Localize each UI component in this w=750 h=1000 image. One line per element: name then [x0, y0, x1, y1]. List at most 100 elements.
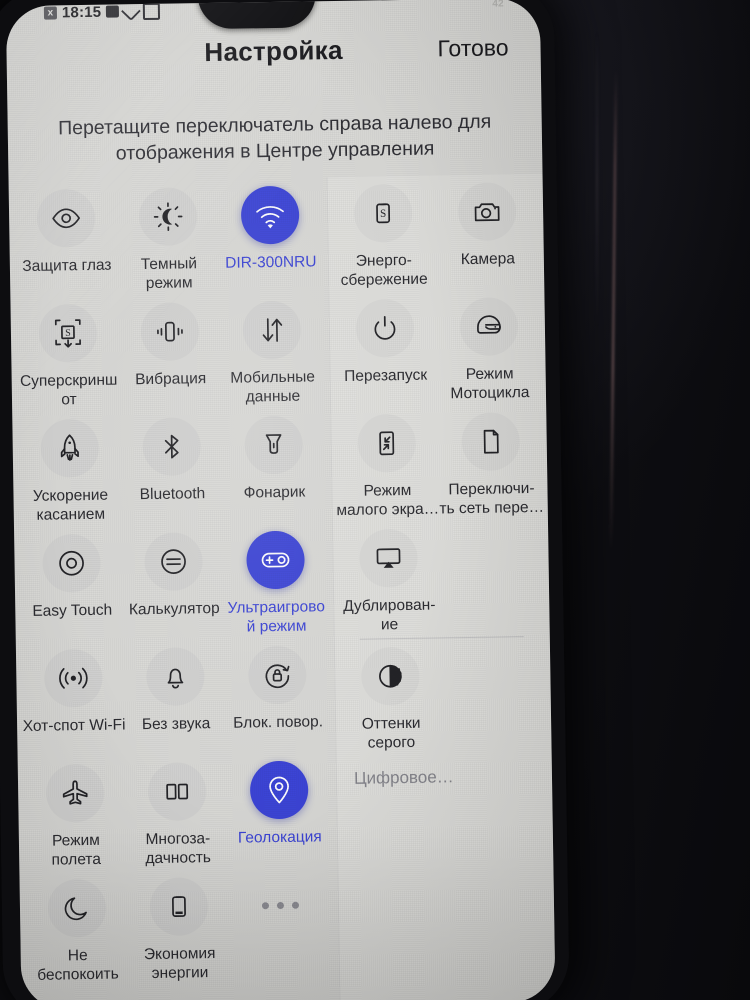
tile-location-pin-icon[interactable]: Геолокация — [228, 752, 332, 869]
battery-icon — [149, 877, 209, 937]
flashlight-icon — [244, 415, 304, 475]
cast-icon — [359, 528, 418, 588]
heart-icon — [121, 1, 142, 22]
phone-edge-reflection-secondary — [596, 30, 598, 330]
header: Настройка Готово — [6, 24, 541, 86]
tile-moon-icon[interactable]: Не беспокоить — [25, 870, 129, 987]
dark-mode-icon — [138, 187, 198, 247]
available-tiles-grid: S Энерго- сбережение Камера Перезапуск Режим… — [327, 174, 550, 637]
tile-power-icon[interactable]: Перезапуск — [332, 290, 438, 407]
tile-label: Защита глаз — [22, 256, 112, 275]
screenshot-stage: x 18:15 42 Настройка Готово Перетащите п… — [0, 0, 750, 1000]
hotspot-icon — [43, 648, 103, 708]
tile-label: Темный режим — [140, 255, 198, 293]
tile-label: Камера — [460, 250, 516, 269]
tile-cast-icon[interactable]: Дублирован- ие — [336, 520, 442, 637]
location-pin-icon — [249, 760, 309, 820]
tile-bluetooth-icon[interactable]: Bluetooth — [120, 409, 224, 526]
tile-label: Режим малого экра… — [336, 481, 440, 520]
vibration-icon — [140, 302, 200, 362]
tile-label: Ускорение касанием — [32, 486, 109, 524]
active-tiles-grid: Защита глаз Темный режим DIR-300NRU S Суперс… — [9, 177, 340, 987]
tile-eye-icon[interactable]: Защита глаз — [15, 180, 119, 297]
battery-saver-icon: S — [353, 183, 413, 243]
tile-label: Экономия энергии — [143, 945, 216, 983]
tile-label: Мобильные данные — [230, 368, 316, 406]
power-icon — [355, 298, 415, 358]
phone-device: x 18:15 42 Настройка Готово Перетащите п… — [0, 0, 570, 1000]
multitasking-icon — [147, 762, 207, 822]
tile-label: DIR-300NRU — [225, 253, 317, 272]
eye-icon — [36, 188, 96, 248]
tile-multitasking-icon[interactable]: Многоза- дачность — [126, 754, 230, 871]
tile-hotspot-icon[interactable]: Хот-спот Wi-Fi — [22, 640, 126, 757]
tile-label: Геолокация — [237, 828, 322, 847]
tile-label: Суперскринш от — [19, 371, 118, 409]
tile-dark-mode-icon[interactable]: Темный режим — [117, 179, 221, 296]
small-screen-icon — [357, 413, 417, 473]
tile-battery-saver-icon[interactable]: S Энерго- сбережение — [331, 175, 437, 292]
tile-label: Калькулятор — [128, 599, 220, 619]
tile-label: Многоза- дачность — [145, 830, 212, 868]
available-tiles-panel: S Энерго- сбережение Камера Перезапуск Режим… — [326, 173, 556, 1000]
tile-label: Переключи- ть сеть пере… — [439, 479, 545, 518]
easy-touch-icon — [42, 533, 102, 593]
tile-wifi-icon[interactable]: DIR-300NRU — [219, 177, 323, 294]
rotation-lock-icon — [247, 645, 307, 705]
tile-label: Без звука — [141, 715, 211, 734]
tile-label: Блок. повор. — [233, 713, 324, 732]
tile-mobile-data-icon[interactable]: Мобильные данные — [220, 292, 324, 409]
section-label: Цифровое… — [353, 767, 454, 788]
tile-easy-touch-icon[interactable]: Easy Touch — [20, 525, 124, 642]
tile-rotation-lock-icon[interactable]: Блок. повор. — [226, 637, 330, 754]
tile-label — [228, 942, 336, 944]
tile-battery-icon[interactable]: Экономия энергии — [127, 869, 231, 986]
tile-rocket-icon[interactable]: Ускорение касанием — [18, 410, 122, 527]
done-button[interactable]: Готово — [437, 34, 508, 62]
svg-text:S: S — [380, 208, 386, 220]
tile-camera-icon[interactable]: Камера — [435, 174, 541, 291]
tile-label: Не беспокоить — [37, 947, 119, 984]
bell-icon — [145, 647, 205, 707]
bluetooth-icon — [142, 417, 202, 477]
tile-grayscale-icon[interactable]: Оттенки серого — [338, 638, 444, 755]
tile-airplane-icon[interactable]: Режим полета — [24, 755, 128, 872]
calculator-icon — [144, 532, 203, 592]
square-icon — [106, 5, 120, 18]
battery-indicator: 42 — [492, 0, 504, 10]
tile-vibration-icon[interactable]: Вибрация — [118, 294, 222, 411]
tile-more-dots-icon[interactable] — [229, 867, 333, 984]
tile-label: Режим Мотоцикла — [450, 365, 530, 403]
tile-label: Оттенки серого — [361, 714, 421, 752]
helmet-icon — [459, 297, 519, 357]
svg-text:S: S — [65, 328, 71, 339]
status-bar-left: x 18:15 — [43, 1, 161, 22]
tile-small-screen-icon[interactable]: Режим малого экра… — [334, 405, 440, 522]
superscreenshot-icon: S — [38, 303, 98, 363]
rocket-icon — [40, 418, 100, 478]
active-tiles-panel: Защита глаз Темный режим DIR-300NRU S Суперс… — [9, 177, 340, 1000]
screenshot-icon — [143, 2, 161, 20]
tile-calculator-icon[interactable]: Калькулятор — [122, 524, 226, 641]
airplane-icon — [45, 763, 105, 823]
tile-superscreenshot-icon[interactable]: S Суперскринш от — [16, 295, 120, 412]
tile-helmet-icon[interactable]: Режим Мотоцикла — [436, 289, 542, 406]
tile-label: Дублирован- ие — [342, 596, 436, 634]
tile-label: Вибрация — [135, 370, 207, 389]
tile-switch-network-icon[interactable]: Переключи- ть сеть пере… — [438, 404, 544, 521]
available-tiles-grid-section: Оттенки серого — [334, 637, 552, 755]
x-badge-icon: x — [43, 5, 58, 20]
tile-gamepad-icon[interactable]: Ультраигрово й режим — [224, 522, 328, 639]
grayscale-icon — [360, 646, 420, 706]
camera-notch — [197, 0, 317, 30]
camera-icon — [457, 182, 517, 242]
tile-flashlight-icon[interactable]: Фонарик — [222, 407, 326, 524]
switch-network-icon — [461, 412, 521, 472]
tile-label: Фонарик — [243, 483, 306, 502]
tile-label: Перезапуск — [344, 366, 428, 385]
mobile-data-icon — [242, 300, 302, 360]
tile-bell-icon[interactable]: Без звука — [124, 639, 228, 756]
gamepad-icon — [246, 530, 305, 590]
wifi-icon — [240, 185, 300, 245]
tile-label: Ультраигрово й режим — [227, 598, 326, 636]
